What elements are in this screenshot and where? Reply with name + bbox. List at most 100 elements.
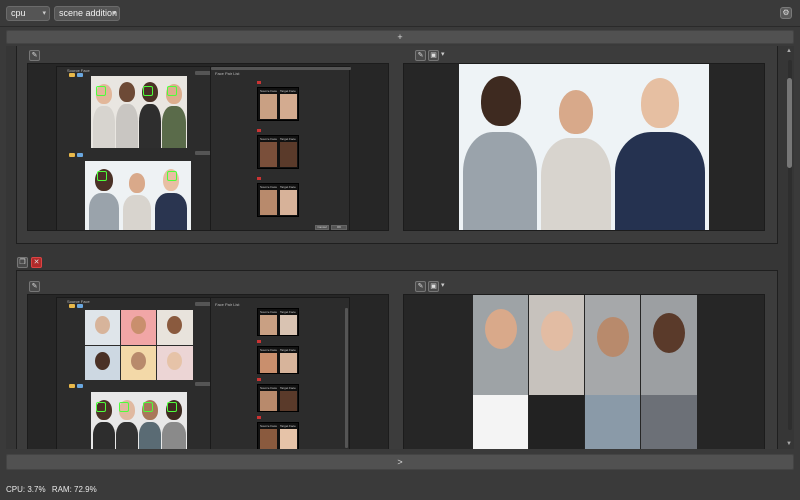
chevron-down-icon: ▾ [112, 10, 116, 17]
image-icon [77, 73, 83, 77]
chevron-down-icon[interactable]: ▾ [441, 281, 445, 289]
run-button[interactable]: > [6, 454, 794, 470]
image-icon [77, 153, 83, 157]
detected-face-marker [143, 86, 153, 96]
image-icon [77, 384, 83, 388]
source-face-label: Source Face [260, 424, 278, 428]
duplicate-button[interactable]: ❐ [17, 257, 28, 268]
device-select-value: cpu [11, 8, 26, 18]
detected-face-marker [119, 402, 129, 412]
ram-usage: RAM: 72.9% [51, 485, 97, 494]
target-face-image [280, 429, 297, 449]
target-face-image [280, 353, 297, 373]
mini-cancel-button: Cancel [315, 225, 329, 230]
face-pair: Source Face Target Face [257, 346, 299, 374]
target-face-image [280, 391, 297, 411]
pencil-icon: ✎ [31, 283, 38, 290]
pencil-icon: ✎ [417, 52, 424, 59]
result-preview-panel[interactable] [403, 63, 765, 231]
source-preview-panel[interactable]: Source Face Face Pair List Source Face T… [27, 294, 389, 449]
image-icon [77, 304, 83, 308]
save-button[interactable]: ▣ [428, 50, 439, 61]
edit-button[interactable]: ✎ [415, 50, 426, 61]
delete-icon [257, 129, 261, 132]
target-face-image [280, 94, 297, 119]
vertical-scrollbar[interactable]: ▲ ▼ [786, 48, 793, 447]
play-icon: > [397, 457, 403, 467]
scene-card-1: ✎ Source Face Face Pair List Source Face… [16, 46, 778, 244]
scroll-down-icon[interactable]: ▼ [786, 441, 792, 447]
device-select[interactable]: cpu ▾ [6, 6, 50, 21]
mode-select-value: scene addition [59, 8, 118, 18]
detected-face-marker [167, 171, 177, 181]
target-face-image [280, 142, 297, 167]
copy-icon: ❐ [19, 259, 26, 266]
delete-icon [257, 81, 261, 84]
detected-face-marker [143, 402, 153, 412]
chevron-down-icon: ▾ [42, 10, 46, 17]
target-face-label: Target Face [280, 348, 296, 352]
result-preview-panel[interactable] [403, 294, 765, 449]
edit-button[interactable]: ✎ [415, 281, 426, 292]
status-bar: CPU: 3.7% RAM: 72.9% [6, 485, 97, 494]
source-preview-panel[interactable]: Source Face Face Pair List Source Face T… [27, 63, 389, 231]
mini-scrollbar [345, 308, 348, 448]
scrollbar-thumb[interactable] [787, 78, 792, 168]
group-photo-thumb [91, 76, 187, 148]
edit-button[interactable]: ✎ [29, 50, 40, 61]
mini-slider [195, 71, 211, 75]
face-pair-list-title: Face Pair List [215, 71, 240, 76]
target-face-image [280, 190, 297, 215]
delete-icon [257, 177, 261, 180]
source-face-image [260, 391, 277, 411]
folder-icon [69, 153, 75, 157]
source-face-image [260, 353, 277, 373]
source-face-label: Source Face [260, 89, 278, 93]
source-face-label: Source Face [260, 348, 278, 352]
edit-button[interactable]: ✎ [29, 281, 40, 292]
target-face-label: Target Face [280, 386, 296, 390]
source-face-label: Source Face [260, 386, 278, 390]
detected-face-marker [97, 171, 107, 181]
delete-icon [257, 340, 261, 343]
target-face-label: Target Face [280, 310, 296, 314]
chevron-down-icon[interactable]: ▾ [441, 50, 445, 58]
target-face-label: Target Face [280, 89, 296, 93]
divider [0, 26, 800, 27]
detected-face-marker [96, 86, 106, 96]
target-face-label: Target Face [280, 424, 296, 428]
add-scene-button[interactable]: + [6, 30, 794, 44]
plus-icon: + [397, 32, 403, 42]
mini-scrollbar [211, 67, 351, 70]
face-pair-list-window: Face Pair List Source Face Target Face S… [210, 297, 350, 449]
source-face-label: Source Face [260, 310, 278, 314]
trash-icon: ✕ [33, 259, 40, 266]
mini-slider [195, 382, 211, 386]
delete-icon [257, 378, 261, 381]
delete-button[interactable]: ✕ [31, 257, 42, 268]
scroll-up-icon[interactable]: ▲ [786, 48, 792, 54]
target-face-label: Target Face [280, 137, 296, 141]
face-pair: Source Face Target Face [257, 183, 299, 217]
mini-ok-button: OK [331, 225, 347, 230]
scene-photo-thumb [85, 161, 191, 230]
detected-face-marker [167, 86, 177, 96]
source-face-image [260, 190, 277, 215]
source-face-label: Source Face [260, 137, 278, 141]
face-pair-list-title: Face Pair List [215, 302, 240, 307]
face-pair-list-window: Face Pair List Source Face Target Face S… [210, 66, 351, 230]
face-pair: Source Face Target Face [257, 308, 299, 336]
save-button[interactable]: ▣ [428, 281, 439, 292]
target-face-image [280, 315, 297, 335]
gear-icon: ⚙ [782, 8, 790, 17]
group-photo-thumb [91, 392, 187, 449]
mode-select[interactable]: scene addition ▾ [54, 6, 120, 21]
scene-card-2: ✎ Source Face Face Pair List Source Face… [16, 270, 778, 449]
detected-face-marker [96, 402, 106, 412]
pencil-icon: ✎ [417, 283, 424, 290]
result-photo [473, 295, 697, 449]
portrait-grid-thumb [85, 310, 193, 380]
scene-list[interactable]: ✎ Source Face Face Pair List Source Face… [6, 46, 794, 449]
result-photo [459, 64, 709, 230]
settings-button[interactable]: ⚙ [780, 7, 792, 19]
